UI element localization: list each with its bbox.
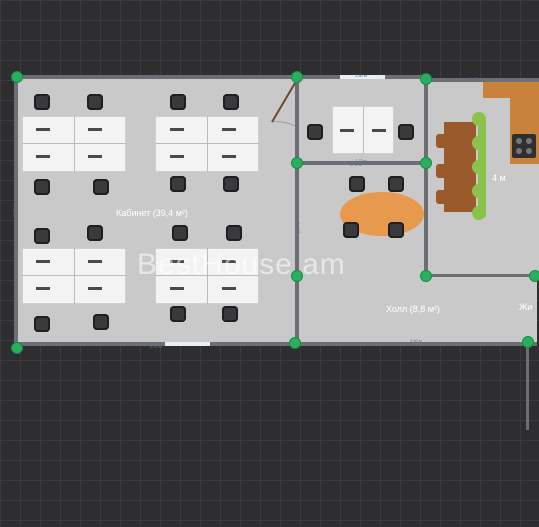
- chair-icon[interactable]: [87, 94, 103, 110]
- monitor-icon: [88, 155, 102, 158]
- chair-icon[interactable]: [398, 124, 414, 140]
- dimension-hall-left: 2,47 м: [295, 221, 301, 234]
- monitor-icon: [170, 128, 184, 131]
- burner-icon: [526, 148, 532, 154]
- stove-icon[interactable]: [512, 134, 536, 158]
- monitor-icon: [36, 155, 50, 158]
- monitor-icon: [36, 260, 50, 263]
- chair-icon[interactable]: [34, 94, 50, 110]
- dimension-kitchen-side: 2,61 м: [422, 221, 428, 234]
- chair-icon[interactable]: [307, 124, 323, 140]
- chair-icon[interactable]: [388, 222, 404, 238]
- chair-icon[interactable]: [34, 228, 50, 244]
- chair-icon[interactable]: [226, 225, 242, 241]
- room-label-living[interactable]: Жи: [519, 302, 532, 312]
- desk-divider: [74, 116, 75, 172]
- chair-icon[interactable]: [472, 136, 486, 150]
- window-bottom[interactable]: [165, 342, 210, 346]
- chair-icon[interactable]: [343, 222, 359, 238]
- monitor-icon: [36, 287, 50, 290]
- wall-node[interactable]: [291, 71, 303, 83]
- chair-icon[interactable]: [436, 190, 446, 204]
- dimension-bottom-left: 6,94 м: [150, 344, 162, 349]
- chair-icon[interactable]: [170, 176, 186, 192]
- wall-hall-right-stub[interactable]: [526, 340, 529, 430]
- chair-icon[interactable]: [388, 176, 404, 192]
- wall-meeting-right[interactable]: [424, 78, 428, 278]
- monitor-icon: [222, 155, 236, 158]
- wall-node[interactable]: [289, 337, 301, 349]
- room-label-kitchen[interactable]: 4 м: [492, 173, 506, 183]
- monitor-icon: [372, 129, 386, 132]
- monitor-icon: [340, 129, 354, 132]
- room-label-hall[interactable]: Холл (8,8 м²): [386, 304, 440, 314]
- dimension-top-right: 2,78 м: [470, 76, 482, 81]
- burner-icon: [516, 148, 522, 154]
- monitor-icon: [88, 260, 102, 263]
- chair-icon[interactable]: [349, 176, 365, 192]
- room-label-office[interactable]: Кабинет (39,4 м²): [116, 208, 188, 218]
- monitor-icon: [222, 128, 236, 131]
- dimension-top-mid: 2,86 м: [355, 73, 367, 78]
- wall-node[interactable]: [291, 270, 303, 282]
- chair-icon[interactable]: [222, 306, 238, 322]
- chair-icon[interactable]: [170, 94, 186, 110]
- wall-node[interactable]: [529, 270, 539, 282]
- burner-icon: [516, 138, 522, 144]
- wall-node[interactable]: [420, 73, 432, 85]
- monitor-icon: [88, 287, 102, 290]
- chair-icon[interactable]: [223, 94, 239, 110]
- wall-node[interactable]: [11, 71, 23, 83]
- chair-icon[interactable]: [34, 316, 50, 332]
- monitor-icon: [36, 128, 50, 131]
- chair-icon[interactable]: [87, 225, 103, 241]
- burner-icon: [526, 138, 532, 144]
- desk-divider: [207, 116, 208, 172]
- wall-bottom[interactable]: [15, 342, 537, 346]
- chair-icon[interactable]: [93, 179, 109, 195]
- chair-icon[interactable]: [170, 306, 186, 322]
- chair-icon[interactable]: [472, 112, 486, 126]
- dimension-top-left: 6,74 м: [150, 73, 162, 78]
- chair-icon[interactable]: [223, 176, 239, 192]
- chair-icon[interactable]: [34, 179, 50, 195]
- dimension-left-side: 6,01 м: [11, 204, 17, 217]
- monitor-icon: [88, 128, 102, 131]
- wall-node[interactable]: [522, 336, 534, 348]
- wall-node[interactable]: [420, 157, 432, 169]
- monitor-icon: [222, 287, 236, 290]
- wall-node[interactable]: [420, 270, 432, 282]
- chair-icon[interactable]: [93, 314, 109, 330]
- chair-icon[interactable]: [472, 206, 486, 220]
- chair-icon[interactable]: [436, 134, 446, 148]
- monitor-icon: [170, 155, 184, 158]
- door-swing-icon[interactable]: [262, 80, 298, 130]
- monitor-icon: [170, 287, 184, 290]
- chair-icon[interactable]: [172, 225, 188, 241]
- chair-icon[interactable]: [472, 184, 486, 198]
- chair-icon[interactable]: [436, 164, 446, 178]
- desk-divider: [74, 248, 75, 304]
- chair-icon[interactable]: [472, 160, 486, 174]
- desk-divider: [363, 106, 364, 154]
- watermark: BestHouse.am: [137, 248, 346, 281]
- wall-kitchen-bottom[interactable]: [426, 274, 539, 277]
- wall-node[interactable]: [291, 157, 303, 169]
- dimension-bottom-mid: 3,00 м: [410, 338, 422, 343]
- dimension-meeting-top: 2,75 м: [350, 162, 362, 167]
- wall-node[interactable]: [11, 342, 23, 354]
